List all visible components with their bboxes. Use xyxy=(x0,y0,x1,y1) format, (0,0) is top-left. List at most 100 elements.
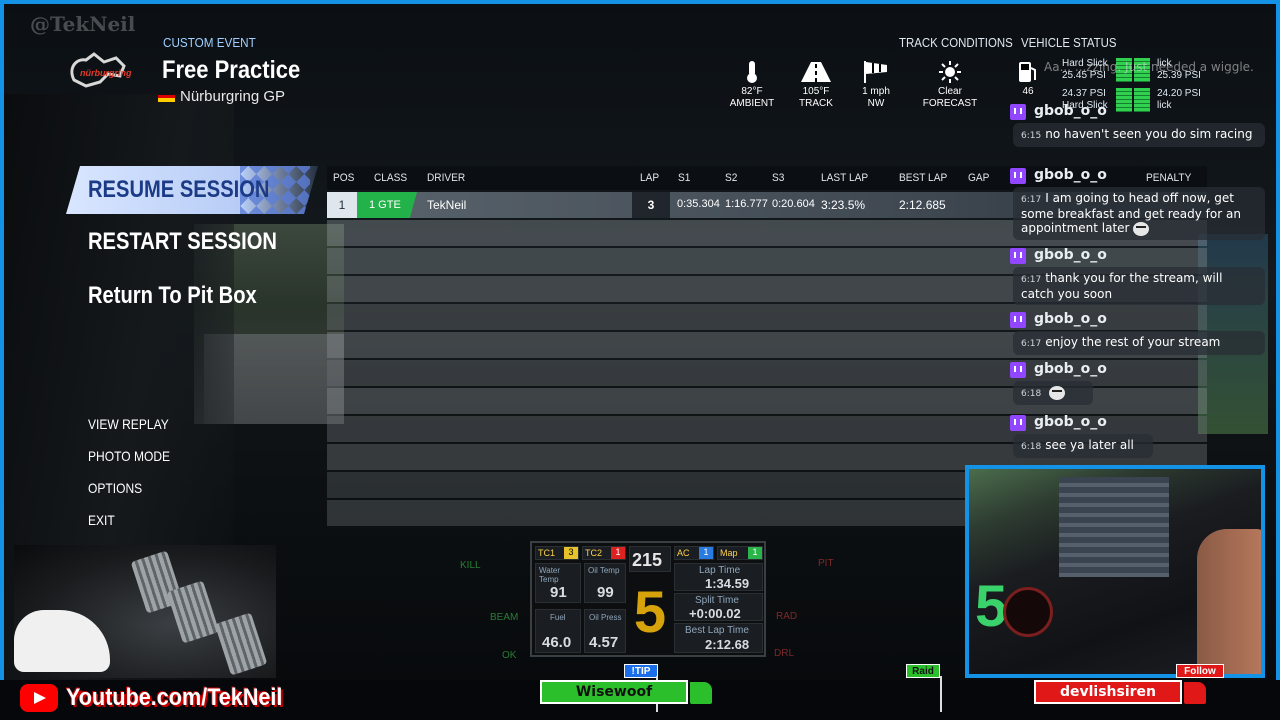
best-lap-label: Best Lap Time xyxy=(685,625,749,636)
throttle-pedal xyxy=(214,612,268,676)
logo-text: nürburgring xyxy=(80,68,132,78)
condition-forecast: Clear FORECAST xyxy=(920,58,980,110)
twitch-icon xyxy=(1010,362,1026,378)
smile-emote-icon xyxy=(1049,385,1066,400)
chat-message: 6:17 enjoy the rest of your stream xyxy=(1013,331,1265,355)
split-time-label: Split Time xyxy=(695,595,739,606)
col-pos: POS xyxy=(333,172,355,184)
col-s3: S3 xyxy=(772,172,785,184)
col-class: CLASS xyxy=(374,172,408,184)
kill-label: KILL xyxy=(460,560,481,571)
track-conditions-label: TRACK CONDITIONS xyxy=(899,35,1013,50)
tip-sign: !TIP xyxy=(624,664,658,678)
thermometer-icon xyxy=(722,58,782,86)
event-type: CUSTOM EVENT xyxy=(163,35,256,50)
raid-pole xyxy=(940,676,942,712)
row-class: 1 GTE xyxy=(357,192,417,218)
best-lap-cell: Best Lap Time 2:12.68 xyxy=(674,623,763,653)
ambient-label: AMBIENT xyxy=(729,98,775,109)
beam-label: BEAM xyxy=(490,612,519,623)
tc2-label: TC2 xyxy=(585,548,603,558)
exit-button[interactable]: EXIT xyxy=(88,512,115,528)
oil-press-value: 4.57 xyxy=(589,634,619,651)
youtube-link[interactable]: Youtube.com/TekNeil xyxy=(66,684,282,712)
nurburgring-logo: nürburgring xyxy=(70,52,132,88)
tc1-value: 3 xyxy=(564,547,578,559)
wind-label: NW xyxy=(867,98,885,109)
track-temp-label: TRACK xyxy=(799,98,833,109)
webcam-gear-display: 5 xyxy=(975,574,1008,639)
ambient-value: 82°F xyxy=(741,86,763,97)
row-best-lap: 2:12.685 xyxy=(899,198,946,212)
condition-track: 105°F TRACK xyxy=(786,58,846,110)
view-replay-button[interactable]: VIEW REPLAY xyxy=(88,416,169,432)
tip-name: Wisewoof xyxy=(540,680,688,704)
col-best-lap: BEST LAP xyxy=(899,172,948,184)
photo-mode-button[interactable]: PHOTO MODE xyxy=(88,448,170,464)
gear-value: 5 xyxy=(633,580,667,645)
row-s2: 1:16.777 xyxy=(725,198,768,210)
col-s1: S1 xyxy=(678,172,691,184)
lap-time-label: Lap Time xyxy=(699,565,741,576)
chat-panel: gbob_o_o 6:15 no haven't seen you do sim … xyxy=(1008,55,1270,460)
row-s1: 0:35.304 xyxy=(677,198,720,210)
lap-time-value: 1:34.59 xyxy=(705,576,750,591)
fuel-cell: Fuel 46.0 xyxy=(535,609,581,653)
twitch-icon xyxy=(1010,104,1026,120)
sun-icon xyxy=(920,58,980,86)
map-cell: Map 1 xyxy=(717,546,763,560)
split-time-cell: Split Time +0:00.02 xyxy=(674,593,763,621)
vehicle-status-label: VEHICLE STATUS xyxy=(1021,35,1117,50)
webcam-gauge xyxy=(1003,587,1053,637)
oil-temp-value: 99 xyxy=(597,584,614,601)
twitch-icon xyxy=(1010,312,1026,328)
webcam-feed: 5 xyxy=(965,465,1265,678)
tc1-cell: TC1 3 xyxy=(535,546,579,560)
oil-press-cell: Oil Press 4.57 xyxy=(584,609,626,653)
wind-value: 1 mph xyxy=(862,86,890,97)
ac-value: 1 xyxy=(699,547,713,559)
rad-label: RAD xyxy=(776,611,798,622)
condition-ambient: 82°F AMBIENT xyxy=(722,58,782,110)
return-to-pit-box-button[interactable]: Return To Pit Box xyxy=(88,282,257,310)
restart-session-button[interactable]: RESTART SESSION xyxy=(88,228,277,256)
lap-time-cell: Lap Time 1:34.59 xyxy=(674,563,763,591)
resume-session-button[interactable]: RESUME SESSION xyxy=(66,166,318,214)
water-temp-cell: Water Temp 91 xyxy=(535,563,581,603)
col-driver: DRIVER xyxy=(427,172,466,184)
twitch-icon xyxy=(1010,168,1026,184)
ok-label: OK xyxy=(502,650,517,661)
col-gap: GAP xyxy=(968,172,990,184)
pit-label: PIT xyxy=(818,558,834,569)
options-button[interactable]: OPTIONS xyxy=(88,480,142,496)
twitch-icon xyxy=(1010,248,1026,264)
water-temp-value: 91 xyxy=(550,584,567,601)
resume-session-label: RESUME SESSION xyxy=(88,176,270,203)
map-value: 1 xyxy=(748,547,762,559)
follow-sign: Follow xyxy=(1176,664,1224,678)
map-label: Map xyxy=(720,548,738,558)
oil-temp-label: Oil Temp xyxy=(588,566,620,575)
raid-sign: Raid xyxy=(906,664,940,678)
track-name: Nürburgring GP xyxy=(180,88,286,105)
row-s3: 0:20.604 xyxy=(772,198,815,210)
follow-name: devlishsiren xyxy=(1034,680,1182,704)
road-icon xyxy=(786,58,846,86)
ac-label: AC xyxy=(677,548,690,558)
oil-press-label: Oil Press xyxy=(589,613,622,622)
drl-label: DRL xyxy=(774,648,795,659)
chat-message: 6:18 xyxy=(1013,381,1093,405)
germany-flag-icon xyxy=(158,91,175,102)
watermark: @TekNeil xyxy=(30,12,136,36)
smile-emote-icon xyxy=(1133,221,1150,236)
row-pos: 1 xyxy=(327,192,357,218)
row-driver: TekNeil xyxy=(427,198,467,212)
tc2-cell: TC2 1 xyxy=(582,546,626,560)
row-lap: 3 xyxy=(632,192,670,218)
row-last-lap: 3:23.5% xyxy=(821,198,866,212)
event-title: Free Practice xyxy=(162,56,301,84)
col-lap: LAP xyxy=(640,172,660,184)
oil-temp-cell: Oil Temp 99 xyxy=(584,563,626,603)
brake-pedal xyxy=(166,580,220,644)
twitch-icon xyxy=(1010,415,1026,431)
